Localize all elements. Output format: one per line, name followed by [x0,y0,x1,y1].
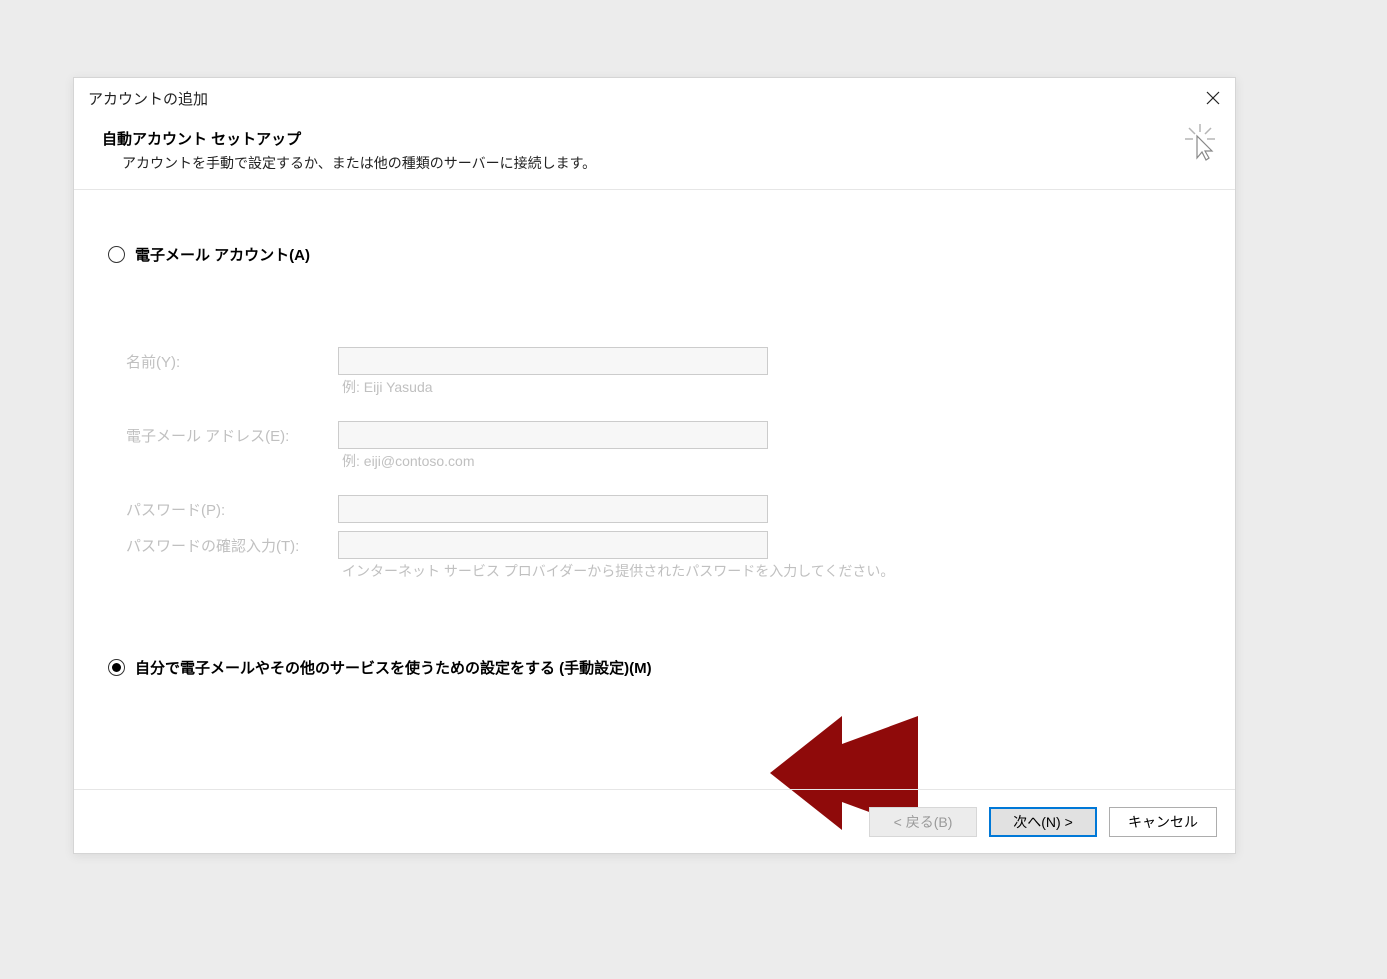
cancel-button-label: キャンセル [1128,812,1198,832]
close-icon [1206,91,1220,105]
footer: < 戻る(B) 次へ(N) > キャンセル [74,789,1235,853]
name-label: 名前(Y): [126,351,338,372]
form-area: 名前(Y): 例: Eiji Yasuda 電子メール アドレス(E): 例: … [108,347,1201,581]
radio-email-account-label: 電子メール アカウント(A) [135,244,310,265]
form-row-password: パスワード(P): [126,495,1201,523]
back-button: < 戻る(B) [869,807,977,837]
back-button-label: < 戻る(B) [894,812,953,832]
radio-email-account[interactable]: 電子メール アカウント(A) [108,244,1201,265]
close-button[interactable] [1197,84,1229,112]
form-row-name: 名前(Y): [126,347,1201,375]
radio-manual-setup[interactable]: 自分で電子メールやその他のサービスを使うための設定をする (手動設定)(M) [108,657,1201,678]
header-title: 自動アカウント セットアップ [102,128,1207,149]
next-button-label: 次へ(N) > [1013,812,1073,832]
name-hint: 例: Eiji Yasuda [126,377,1201,397]
password-confirm-input [338,531,768,559]
next-button[interactable]: 次へ(N) > [989,807,1097,837]
cancel-button[interactable]: キャンセル [1109,807,1217,837]
cursor-click-icon [1185,124,1215,162]
header-section: 自動アカウント セットアップ アカウントを手動で設定するか、または他の種類のサー… [74,118,1235,190]
radio-manual-setup-label: 自分で電子メールやその他のサービスを使うための設定をする (手動設定)(M) [135,657,652,678]
radio-icon-selected [108,659,125,676]
form-row-password-confirm: パスワードの確認入力(T): [126,531,1201,559]
password-confirm-label: パスワードの確認入力(T): [126,535,338,556]
radio-icon [108,246,125,263]
password-input [338,495,768,523]
form-row-email: 電子メール アドレス(E): [126,421,1201,449]
content-area: 電子メール アカウント(A) 名前(Y): 例: Eiji Yasuda 電子メ… [74,190,1235,698]
name-input [338,347,768,375]
dialog-title: アカウントの追加 [88,88,208,109]
add-account-dialog: アカウントの追加 自動アカウント セットアップ アカウントを手動で設定するか、ま… [73,77,1236,854]
email-label: 電子メール アドレス(E): [126,425,338,446]
password-label: パスワード(P): [126,499,338,520]
password-hint: インターネット サービス プロバイダーから提供されたパスワードを入力してください… [126,561,1201,581]
titlebar: アカウントの追加 [74,78,1235,118]
header-subtitle: アカウントを手動で設定するか、または他の種類のサーバーに接続します。 [102,153,1207,173]
email-input [338,421,768,449]
email-hint: 例: eiji@contoso.com [126,451,1201,471]
